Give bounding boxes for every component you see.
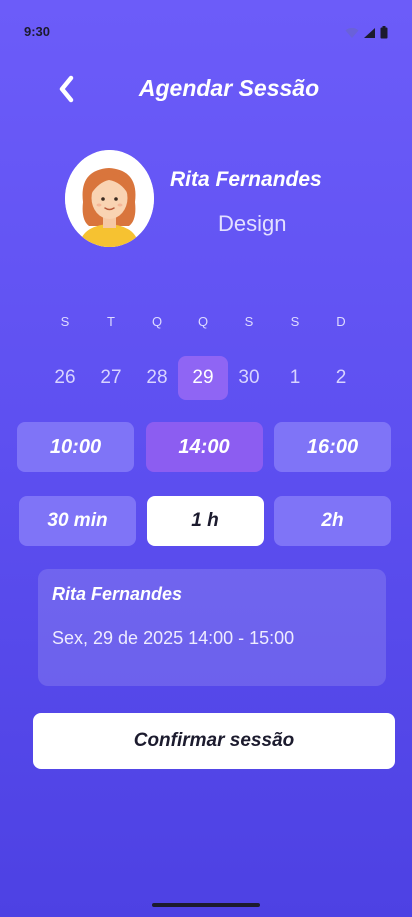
duration-button[interactable]: 30 min xyxy=(19,496,136,546)
signal-icon xyxy=(363,27,376,39)
weekday-label: S xyxy=(244,314,254,329)
status-bar: 9:30 xyxy=(0,0,412,64)
time-slot-button-selected[interactable]: 14:00 xyxy=(145,422,263,472)
weekday-label: S xyxy=(290,314,300,329)
mentor-role: Design xyxy=(218,211,287,236)
confirm-session-button[interactable]: Confirmar sessão xyxy=(33,713,395,769)
date-option-selected[interactable]: 29 xyxy=(178,356,228,400)
duration-button[interactable]: 2h xyxy=(274,496,391,546)
date-option[interactable]: 28 xyxy=(134,356,180,400)
weekday-label: T xyxy=(107,314,115,329)
header: Agendar Sessão xyxy=(0,66,412,114)
date-row: 26 27 28 29 30 1 2 xyxy=(42,356,382,400)
mentor-profile: Rita Fernandes Design xyxy=(0,150,412,250)
date-option[interactable]: 2 xyxy=(318,356,364,400)
avatar xyxy=(65,150,154,247)
date-option[interactable]: 30 xyxy=(226,356,272,400)
duration-picker: 30 min 1 h 2h xyxy=(19,496,391,546)
weekday-label: Q xyxy=(151,314,163,329)
date-option[interactable]: 1 xyxy=(272,356,318,400)
wifi-icon xyxy=(345,27,359,39)
home-indicator[interactable] xyxy=(152,903,260,907)
weekday-label: Q xyxy=(197,314,209,329)
date-option[interactable]: 26 xyxy=(42,356,88,400)
time-slot-picker: 10:00 14:00 16:00 xyxy=(17,422,391,472)
status-icons xyxy=(345,26,388,39)
weekday-row: S T Q Q S S D xyxy=(42,308,382,336)
weekday-label: S xyxy=(60,314,70,329)
summary-mentor-name: Rita Fernandes xyxy=(52,584,183,604)
session-summary-card: Rita Fernandes Sex, 29 de 2025 14:00 - 1… xyxy=(38,569,386,686)
time-slot-button[interactable]: 16:00 xyxy=(274,422,391,472)
status-time: 9:30 xyxy=(24,24,51,39)
time-slot-button[interactable]: 10:00 xyxy=(17,422,134,472)
page-title: Agendar Sessão xyxy=(138,75,320,101)
summary-datetime: Sex, 29 de 2025 14:00 - 15:00 xyxy=(52,628,295,648)
date-picker: S T Q Q S S D 26 27 28 29 30 1 2 xyxy=(42,308,382,400)
battery-icon xyxy=(380,26,388,39)
mentor-name: Rita Fernandes xyxy=(170,168,322,191)
weekday-label: D xyxy=(336,314,346,329)
duration-button-selected[interactable]: 1 h xyxy=(146,496,264,546)
date-option[interactable]: 27 xyxy=(88,356,134,400)
